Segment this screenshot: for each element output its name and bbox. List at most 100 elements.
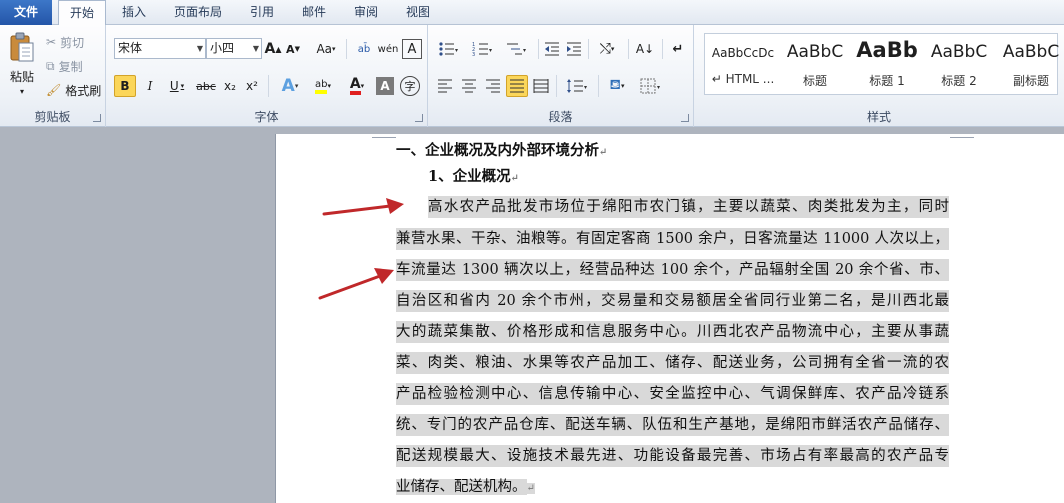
grow-font-icon: A — [264, 41, 276, 57]
enclose-characters-button[interactable]: 字 — [400, 76, 420, 96]
clipboard-group-label: 剪贴板 — [34, 110, 71, 124]
format-painter-button[interactable]: 🖌 格式刷 — [46, 81, 101, 99]
svg-text:3: 3 — [472, 52, 475, 57]
paragraph-line-last[interactable]: 业储存、配送机构。↵ — [396, 476, 535, 498]
format-painter-label: 格式刷 — [65, 83, 102, 98]
annotation-arrow-icon — [318, 268, 394, 300]
tab-references[interactable]: 引用 — [240, 0, 284, 25]
chinese-layout-icon: ⤭ — [599, 41, 611, 57]
justify-button[interactable] — [506, 75, 528, 97]
shrink-font-icon: A — [286, 42, 295, 56]
clipboard-group: 粘贴 ▾ ✂ 剪切 ⧉ 复制 🖌 格式刷 剪贴板 — [0, 25, 106, 127]
superscript-icon: x² — [246, 79, 258, 93]
style-title[interactable]: AaBbC 标题 — [779, 34, 851, 94]
cut-button[interactable]: ✂ 剪切 — [46, 33, 84, 51]
paintbrush-icon: 🖌 — [46, 83, 62, 97]
font-color-button[interactable]: A ▾ — [342, 75, 372, 97]
enclose-characters-icon: 字 — [404, 80, 416, 93]
paragraph-line[interactable]: 高水农产品批发市场位于绵阳市农门镇，主要以蔬菜、肉类批发为主，同时 — [428, 196, 949, 218]
text-effects-icon: A — [281, 76, 295, 96]
multilevel-list-button[interactable]: ▾ — [502, 39, 532, 59]
separator — [538, 39, 539, 59]
paragraph-line[interactable]: 车流量达 1300 辆次以上，经营品种达 100 余个，产品辐射全国 20 余个… — [396, 259, 949, 281]
paragraph-line[interactable]: 产品检验检测中心、信息传输中心、安全监控中心、气调保鲜库、农产品冷链系 — [396, 383, 949, 405]
change-case-button[interactable]: Aa ▾ — [312, 39, 340, 59]
text-effects-button[interactable]: A ▾ — [276, 75, 304, 97]
paragraph-line[interactable]: 自治区和省内 20 余个市州，交易量和交易额居全省同行业第二名，是川西北最 — [396, 290, 949, 312]
style-heading-2[interactable]: AaBbC 标题 2 — [923, 34, 995, 94]
distributed-icon — [533, 79, 549, 93]
style-preview: AaBbC — [930, 42, 988, 62]
chinese-layout-button[interactable]: ⤭ ▾ — [592, 39, 622, 59]
line-spacing-icon: ▾ — [567, 79, 587, 93]
tab-insert[interactable]: 插入 — [112, 0, 156, 25]
highlight-button[interactable]: ab ▾ — [308, 75, 338, 97]
borders-button[interactable]: ▾ — [636, 75, 666, 97]
tab-review[interactable]: 审阅 — [344, 0, 388, 25]
font-size-combo[interactable]: 小四 ▼ — [206, 38, 262, 59]
style-name: ↵ HTML ... — [711, 72, 775, 86]
style-name: 副标题 — [1012, 74, 1049, 88]
italic-button[interactable]: I — [140, 75, 160, 97]
tab-view[interactable]: 视图 — [396, 0, 440, 25]
subscript-button[interactable]: x₂ — [220, 75, 240, 97]
paste-button[interactable]: 粘贴 ▾ — [4, 29, 40, 99]
paragraph-line[interactable]: 兼营水果、干杂、油粮等。有固定客商 1500 余户，日客流量达 11000 人次… — [396, 228, 949, 250]
separator — [556, 75, 557, 97]
style-html[interactable]: AaBbCcDc ↵ HTML ... — [707, 34, 779, 94]
align-right-button[interactable] — [482, 75, 504, 97]
svg-text:▾: ▾ — [657, 84, 660, 91]
strikethrough-button[interactable]: abc — [194, 75, 218, 97]
underline-button[interactable]: U ▾ — [164, 75, 190, 97]
grow-font-button[interactable]: A ▲ — [264, 39, 282, 59]
borders-icon: ▾ — [640, 78, 660, 94]
paragraph-line[interactable]: 统、专门的农产品仓库、配送车辆、队伍和生产基地，是绵阳市鲜活农产品储存、 — [396, 414, 949, 436]
tab-file[interactable]: 文件 — [0, 0, 52, 25]
show-marks-button[interactable]: ↵ — [668, 39, 688, 59]
character-shading-button[interactable]: A — [376, 77, 394, 95]
distributed-button[interactable] — [530, 75, 552, 97]
sort-icon: A↓ — [635, 42, 655, 56]
dialog-launcher-icon[interactable] — [415, 114, 423, 122]
increase-indent-button[interactable] — [564, 39, 584, 59]
heading-1[interactable]: 一、企业概况及内外部环境分析↵ — [396, 140, 949, 162]
character-border-button[interactable]: A — [402, 39, 422, 59]
shading-button[interactable]: ⛾ ▾ — [602, 75, 632, 97]
tab-home[interactable]: 开始 — [58, 0, 106, 26]
align-left-button[interactable] — [434, 75, 456, 97]
underline-icon: U — [169, 79, 179, 93]
style-name: 标题 1 — [869, 74, 905, 88]
svg-text:▾: ▾ — [584, 84, 587, 91]
style-preview: AaBbCcDc — [711, 46, 775, 60]
copy-label: 复制 — [58, 59, 83, 74]
phonetic-guide-button[interactable]: ab̄ — [354, 39, 374, 59]
style-subtitle[interactable]: AaBbC 副标题 — [995, 34, 1064, 94]
bullets-button[interactable]: ▾ — [434, 39, 464, 59]
decrease-indent-button[interactable] — [542, 39, 562, 59]
paragraph-line[interactable]: 菜、肉类、粮油、水果等农产品加工、储存、配送业务，公司拥有全省一流的农 — [396, 352, 949, 374]
superscript-button[interactable]: x² — [242, 75, 262, 97]
dialog-launcher-icon[interactable] — [681, 114, 689, 122]
tab-mailings[interactable]: 邮件 — [292, 0, 336, 25]
tab-page-layout[interactable]: 页面布局 — [166, 0, 230, 25]
style-heading-1[interactable]: AaBb 标题 1 — [851, 34, 923, 94]
font-name-combo[interactable]: 宋体 ▼ — [114, 38, 206, 59]
align-center-button[interactable] — [458, 75, 480, 97]
sort-button[interactable]: A↓ — [634, 39, 656, 59]
margin-corner-mark — [950, 137, 974, 138]
font-group-label: 字体 — [254, 110, 279, 124]
separator — [268, 75, 269, 97]
align-right-icon — [486, 79, 500, 93]
ruby-button[interactable]: wén — [378, 39, 399, 59]
heading-2[interactable]: 1、企业概况↵ — [428, 166, 949, 188]
line-spacing-button[interactable]: ▾ — [562, 75, 592, 97]
paragraph-line[interactable]: 配送规模最大、设施技术最先进、功能设备最完善、市场占有率最高的农产品专 — [396, 445, 949, 467]
paragraph-line[interactable]: 大的蔬菜集散、价格形成和信息服务中心。川西北农产品物流中心，主要从事蔬 — [396, 321, 949, 343]
character-border-icon: A — [407, 41, 417, 57]
dialog-launcher-icon[interactable] — [93, 114, 101, 122]
numbering-button[interactable]: 123 ▾ — [468, 39, 498, 59]
separator — [346, 39, 347, 59]
copy-button[interactable]: ⧉ 复制 — [46, 57, 83, 75]
shrink-font-button[interactable]: A ▼ — [284, 39, 302, 59]
bold-button[interactable]: B — [114, 75, 136, 97]
